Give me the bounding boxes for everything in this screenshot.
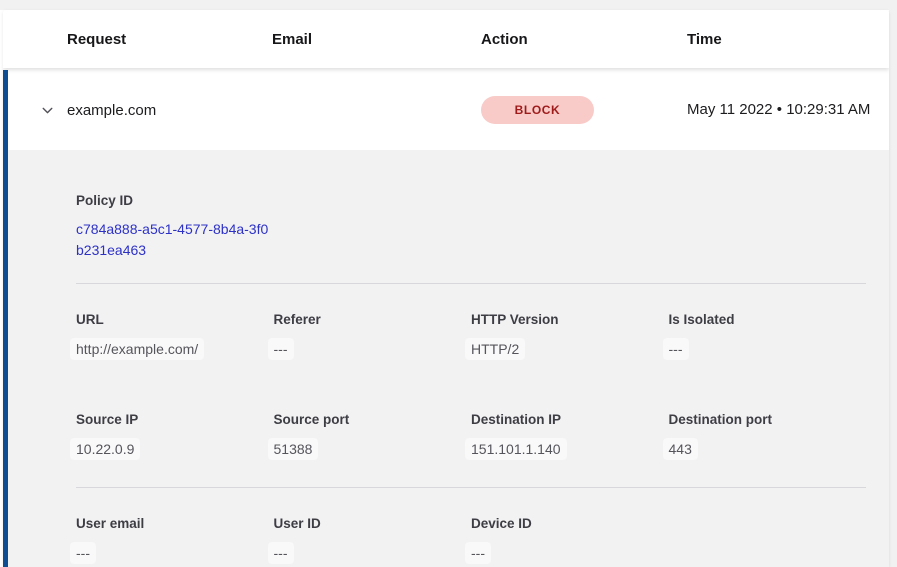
field-http-version: HTTP Version HTTP/2 — [471, 312, 669, 360]
field-device-id: Device ID --- — [471, 516, 669, 564]
field-source-ip-label: Source IP — [76, 412, 274, 427]
field-source-ip-value: 10.22.0.9 — [70, 438, 140, 460]
policy-id-section: Policy ID c784a888-a5c1-4577-8b4a-3f0b23… — [76, 193, 866, 284]
field-destination-port: Destination port 443 — [669, 412, 867, 460]
field-destination-ip-value: 151.101.1.140 — [465, 438, 567, 460]
field-device-id-label: Device ID — [471, 516, 669, 531]
row-time-value: May 11 2022 • 10:29:31 AM — [687, 99, 889, 121]
page-background-top — [0, 0, 897, 10]
field-referer-label: Referer — [274, 312, 472, 327]
field-user-id: User ID --- — [274, 516, 472, 564]
field-destination-port-value: 443 — [663, 438, 698, 460]
field-referer-value: --- — [268, 338, 294, 360]
field-source-ip: Source IP 10.22.0.9 — [76, 412, 274, 460]
column-header-action: Action — [481, 31, 687, 48]
field-destination-ip: Destination IP 151.101.1.140 — [471, 412, 669, 460]
http-details-row: URL http://example.com/ Referer --- HTTP… — [76, 312, 866, 360]
column-header-time: Time — [687, 31, 889, 48]
field-http-version-label: HTTP Version — [471, 312, 669, 327]
field-user-email-label: User email — [76, 516, 274, 531]
user-details-row: User email --- User ID --- Device ID --- — [76, 516, 866, 564]
field-is-isolated-value: --- — [663, 338, 689, 360]
page-background-right — [889, 0, 897, 567]
chevron-down-icon — [39, 102, 56, 119]
field-is-isolated-label: Is Isolated — [669, 312, 867, 327]
section-divider — [76, 487, 866, 488]
field-url-value: http://example.com/ — [70, 338, 204, 360]
field-source-port: Source port 51388 — [274, 412, 472, 460]
field-http-version-value: HTTP/2 — [465, 338, 525, 360]
column-header-email: Email — [272, 31, 481, 48]
row-expanded-details: Policy ID c784a888-a5c1-4577-8b4a-3f0b23… — [3, 150, 889, 567]
field-url-label: URL — [76, 312, 274, 327]
table-header-row: Request Email Action Time — [3, 10, 889, 68]
field-destination-port-label: Destination port — [669, 412, 867, 427]
status-badge-block: BLOCK — [481, 96, 594, 124]
policy-id-label: Policy ID — [76, 193, 866, 208]
network-details-row: Source IP 10.22.0.9 Source port 51388 De… — [76, 412, 866, 460]
field-user-id-value: --- — [268, 542, 294, 564]
row-request-value: example.com — [67, 102, 272, 119]
field-url: URL http://example.com/ — [76, 312, 274, 360]
field-is-isolated: Is Isolated --- — [669, 312, 867, 360]
field-user-id-label: User ID — [274, 516, 472, 531]
section-divider — [76, 283, 866, 284]
policy-id-link[interactable]: c784a888-a5c1-4577-8b4a-3f0b231ea463 — [76, 219, 272, 261]
field-destination-ip-label: Destination IP — [471, 412, 669, 427]
row-action-cell: BLOCK — [481, 96, 687, 124]
field-source-port-value: 51388 — [268, 438, 319, 460]
log-table-card: Request Email Action Time example.com BL… — [3, 10, 889, 567]
selected-row-accent-bar — [3, 70, 8, 567]
field-device-id-value: --- — [465, 542, 491, 564]
field-referer: Referer --- — [274, 312, 472, 360]
table-row[interactable]: example.com BLOCK May 11 2022 • 10:29:31… — [3, 70, 889, 150]
field-source-port-label: Source port — [274, 412, 472, 427]
column-header-request: Request — [67, 31, 272, 48]
field-user-email: User email --- — [76, 516, 274, 564]
field-user-email-value: --- — [70, 542, 96, 564]
row-expand-toggle[interactable] — [3, 102, 67, 119]
